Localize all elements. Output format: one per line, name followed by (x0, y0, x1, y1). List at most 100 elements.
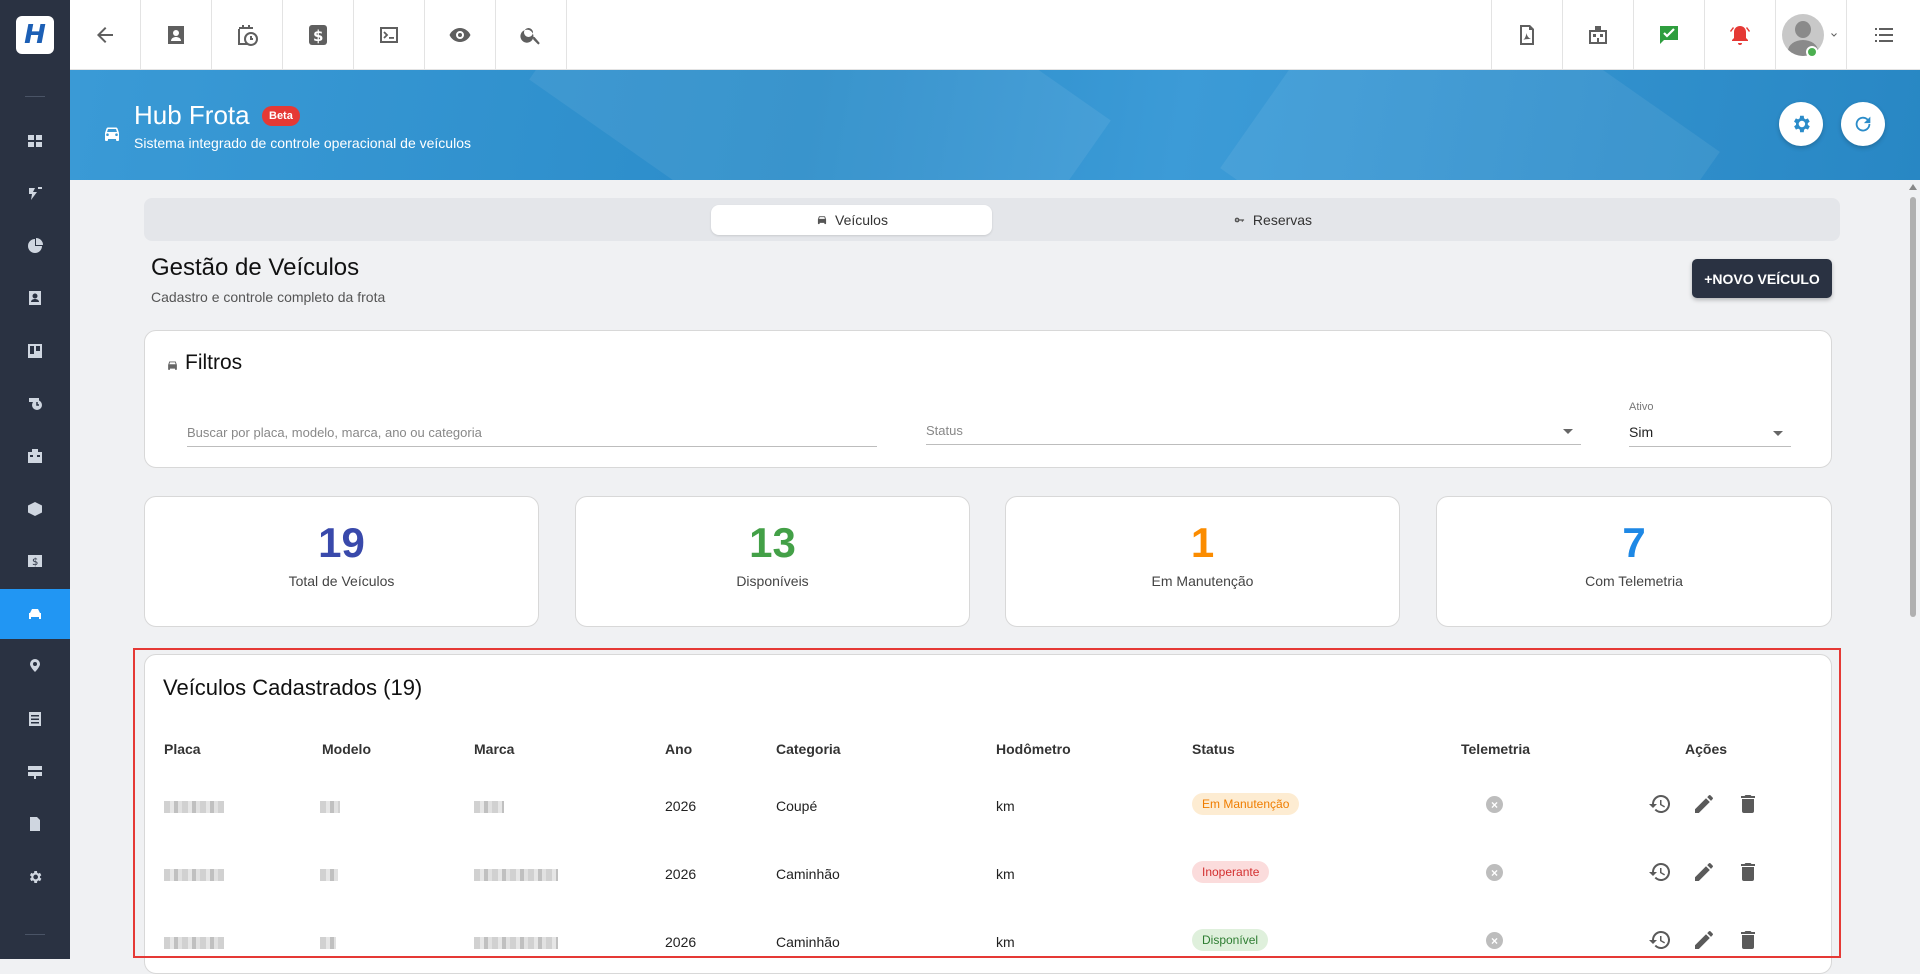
scrollbar-thumb[interactable] (1910, 197, 1916, 617)
pdf-button[interactable] (1491, 0, 1562, 70)
eye-icon (449, 28, 471, 42)
car-icon (817, 216, 827, 225)
sidebar-item-list[interactable] (0, 694, 70, 744)
filters-card: Filtros Buscar por placa, modelo, marca,… (144, 330, 1832, 468)
company-button[interactable] (1562, 0, 1633, 70)
box-icon (28, 502, 42, 516)
user-menu[interactable] (1775, 0, 1846, 70)
svg-text:$: $ (32, 557, 38, 568)
status-select[interactable]: Status (926, 423, 1581, 445)
stat-label: Com Telemetria (1585, 573, 1683, 589)
document-icon (30, 817, 40, 831)
contacts-button[interactable] (141, 0, 212, 70)
sidebar: H $ (0, 0, 70, 959)
settings-icon (29, 871, 42, 883)
sidebar-item-tasks[interactable] (0, 168, 70, 218)
refresh-button[interactable] (1841, 102, 1885, 146)
car-icon (105, 127, 119, 141)
car-icon (168, 361, 177, 370)
search-input[interactable]: Buscar por placa, modelo, marca, ano ou … (187, 425, 877, 447)
sidebar-item-finance[interactable]: $ (0, 536, 70, 586)
sidebar-item-documents[interactable] (0, 799, 70, 849)
list-icon (29, 712, 41, 726)
tasks-icon (29, 187, 42, 200)
page-title: Gestão de Veículos (151, 254, 360, 281)
app-subtitle: Sistema integrado de controle operaciona… (134, 135, 471, 151)
scroll-up-arrow[interactable] (1909, 184, 1917, 190)
new-vehicle-button[interactable]: +NOVO VEÍCULO (1692, 259, 1832, 298)
ativo-select[interactable]: Sim (1629, 424, 1791, 447)
top-toolbar: $ (70, 0, 1920, 70)
sidebar-item-inventory[interactable] (0, 484, 70, 534)
app-logo[interactable]: H (16, 16, 54, 54)
stat-value: 13 (749, 519, 796, 566)
search-icon (520, 28, 540, 45)
chevron-down-icon (1831, 33, 1837, 37)
svg-text:$: $ (313, 27, 323, 45)
terminal-button[interactable] (354, 0, 425, 70)
menu-list-icon (1874, 28, 1893, 42)
view-button[interactable] (425, 0, 496, 70)
page-scrollbar[interactable] (1908, 182, 1918, 959)
tab-vehicles[interactable]: Veículos (711, 205, 992, 235)
stat-value: 7 (1622, 519, 1646, 566)
contact-card-icon (168, 26, 184, 44)
main-menu-button[interactable] (1846, 0, 1920, 70)
finance-icon: $ (28, 555, 42, 568)
status-placeholder: Status (926, 423, 963, 438)
dashboard-icon (28, 135, 42, 147)
stat-value: 19 (318, 519, 365, 566)
chevron-down-icon (1563, 429, 1573, 434)
contact-icon (29, 291, 41, 305)
schedule-button[interactable] (212, 0, 283, 70)
ativo-label: Ativo (1629, 401, 1654, 413)
search-placeholder: Buscar por placa, modelo, marca, ano ou … (187, 425, 482, 440)
sidebar-item-dashboard[interactable] (0, 116, 70, 166)
page-subtitle: Cadastro e controle completo da frota (151, 289, 386, 305)
sidebar-item-reports[interactable] (0, 221, 70, 271)
chevron-down-icon (1773, 431, 1783, 436)
search-button[interactable] (496, 0, 567, 70)
app-title: Hub Frota (134, 100, 250, 130)
server-icon (28, 766, 42, 779)
sidebar-item-contacts[interactable] (0, 273, 70, 323)
sidebar-item-board[interactable] (0, 326, 70, 376)
sidebar-item-locations[interactable] (0, 641, 70, 691)
stat-label: Em Manutenção (1151, 573, 1254, 589)
dollar-icon: $ (309, 25, 327, 45)
beta-badge: Beta (262, 106, 300, 126)
tab-label: Reservas (1252, 212, 1313, 228)
tasks-done-button[interactable] (1633, 0, 1704, 70)
stat-card-telemetry: 7 Com Telemetria (1436, 496, 1832, 627)
location-icon (30, 659, 40, 672)
back-button[interactable] (70, 0, 141, 70)
chart-pie-icon (28, 238, 43, 253)
ativo-value: Sim (1629, 424, 1654, 440)
sidebar-item-fleet[interactable] (0, 589, 70, 639)
stat-value: 1 (1190, 519, 1215, 566)
sidebar-item-companies[interactable] (0, 431, 70, 481)
settings-button[interactable] (1779, 102, 1823, 146)
stat-card-maintenance: 1 Em Manutenção (1005, 496, 1400, 627)
sidebar-item-servers[interactable] (0, 747, 70, 797)
view-tabs: Veículos Reservas (144, 198, 1840, 241)
stat-label: Disponíveis (736, 573, 809, 589)
sidebar-item-schedule[interactable] (0, 378, 70, 428)
building-icon (28, 449, 42, 463)
tab-reservations[interactable]: Reservas (1132, 205, 1413, 235)
car-icon (29, 609, 41, 619)
building-icon (1589, 26, 1607, 44)
gear-icon (1794, 115, 1810, 133)
stat-card-available: 13 Disponíveis (575, 496, 970, 627)
online-status-dot (1806, 46, 1818, 58)
pdf-icon (1520, 25, 1534, 45)
stat-label: Total de Veículos (288, 573, 395, 589)
finance-button[interactable]: $ (283, 0, 354, 70)
task-done-icon (1660, 26, 1678, 44)
sidebar-item-settings[interactable] (0, 852, 70, 902)
calendar-clock-icon (238, 25, 258, 46)
alarm-icon (1730, 26, 1750, 45)
stat-card-total: 19 Total de Veículos (144, 496, 539, 627)
board-icon (28, 344, 42, 358)
alarms-button[interactable] (1704, 0, 1775, 70)
